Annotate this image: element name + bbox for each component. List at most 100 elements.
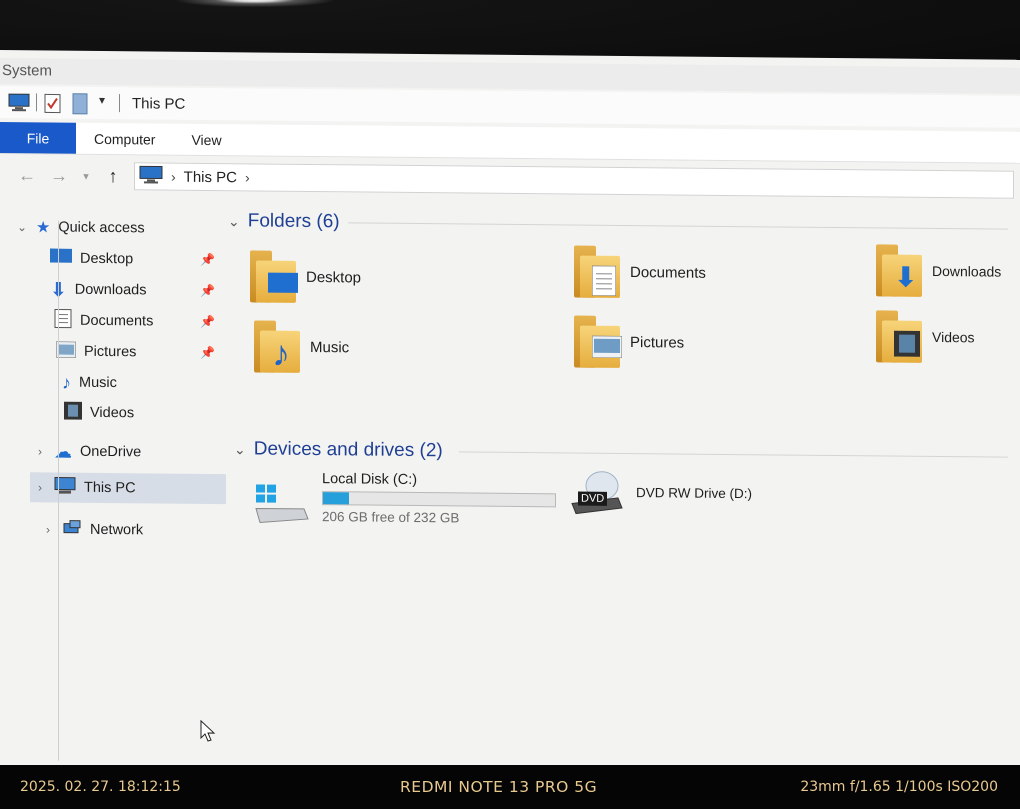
window-title: System bbox=[2, 62, 53, 80]
nav-item-label: Pictures bbox=[84, 343, 137, 361]
folder-label: Desktop bbox=[306, 268, 362, 286]
tab-computer[interactable]: Computer bbox=[76, 123, 173, 155]
tab-view[interactable]: View bbox=[173, 124, 239, 156]
windows-drive-icon bbox=[252, 480, 310, 530]
expand-chevron-icon[interactable]: › bbox=[34, 480, 46, 494]
nav-this-pc-label: This PC bbox=[84, 479, 136, 497]
folder-label: Documents bbox=[630, 263, 706, 282]
drive-free-space: 206 GB free of 232 GB bbox=[322, 509, 460, 526]
nav-item-music[interactable]: ♪ Music bbox=[62, 370, 117, 397]
pin-icon[interactable]: 📌 bbox=[200, 346, 215, 360]
videos-icon bbox=[64, 401, 82, 424]
pictures-icon bbox=[55, 341, 77, 362]
address-bar[interactable]: › This PC › bbox=[134, 162, 1014, 199]
music-folder-icon: ♪ bbox=[254, 320, 300, 374]
camera-exif: 23mm f/1.65 1/100s ISO200 bbox=[800, 779, 998, 795]
pin-icon[interactable]: 📌 bbox=[200, 315, 215, 329]
group-divider bbox=[458, 450, 1008, 458]
nav-network-label: Network bbox=[90, 521, 144, 539]
toolbar-separator bbox=[36, 93, 37, 112]
folder-label: Videos bbox=[932, 328, 975, 346]
group-divider bbox=[347, 221, 1008, 230]
navigation-row: ← → ▾ ↑ › This PC › bbox=[0, 158, 1020, 202]
computer-icon[interactable] bbox=[8, 92, 30, 112]
forward-arrow-icon[interactable]: → bbox=[48, 165, 70, 186]
drive-usage-bar bbox=[322, 491, 556, 508]
folder-tile-desktop[interactable]: Desktop bbox=[250, 250, 361, 303]
recent-locations-chevron-icon[interactable]: ▾ bbox=[80, 169, 92, 182]
desktop-icon bbox=[50, 248, 72, 268]
nav-onedrive-label: OneDrive bbox=[80, 443, 142, 461]
group-header-folders-label: Folders (6) bbox=[247, 210, 340, 233]
collapse-chevron-icon[interactable]: ⌄ bbox=[228, 213, 240, 230]
qat-window-title: This PC bbox=[132, 94, 186, 113]
pin-icon[interactable]: 📌 bbox=[200, 284, 215, 298]
nav-item-label: Downloads bbox=[74, 281, 147, 299]
up-arrow-icon[interactable]: ↑ bbox=[102, 165, 124, 186]
pane-divider[interactable] bbox=[58, 220, 59, 761]
file-explorer-window: System ▾ This PC File Computer View ← → … bbox=[0, 50, 1020, 775]
drive-usage-fill bbox=[323, 492, 349, 505]
drive-tile-dvd[interactable]: DVD DVD RW Drive (D:) bbox=[568, 467, 752, 517]
network-icon bbox=[62, 520, 82, 540]
customize-toolbar-dropdown-icon[interactable]: ▾ bbox=[99, 93, 113, 113]
documents-folder-icon bbox=[574, 245, 620, 298]
drive-tile-local-disk[interactable]: Local Disk (C:) 206 GB free of 232 GB bbox=[252, 470, 556, 532]
nav-item-label: Music bbox=[79, 374, 117, 392]
expand-chevron-icon[interactable]: ⌄ bbox=[16, 220, 28, 234]
expand-chevron-icon[interactable]: › bbox=[42, 522, 54, 536]
music-icon: ♪ bbox=[62, 372, 71, 393]
navigation-pane: ⌄ ★ Quick access Desktop 📌 ⬇ Downloads 📌… bbox=[0, 200, 228, 772]
toolbar-separator bbox=[119, 94, 120, 113]
group-header-devices-label: Devices and drives (2) bbox=[253, 438, 443, 462]
nav-item-documents[interactable]: Documents 📌 bbox=[54, 308, 215, 336]
folder-tile-documents[interactable]: Documents bbox=[574, 245, 706, 299]
folder-tile-music[interactable]: ♪ Music bbox=[254, 320, 350, 374]
breadcrumb-this-pc[interactable]: This PC bbox=[184, 168, 237, 186]
documents-icon bbox=[54, 309, 72, 333]
new-folder-icon[interactable] bbox=[71, 93, 93, 115]
camera-datetime: 2025. 02. 27. 18:12:15 bbox=[20, 779, 181, 795]
folder-label: Pictures bbox=[630, 333, 685, 352]
mouse-cursor-icon bbox=[200, 719, 218, 747]
nav-item-pictures[interactable]: Pictures 📌 bbox=[55, 339, 215, 367]
star-icon: ★ bbox=[36, 219, 51, 237]
ribbon-tabs: File Computer View bbox=[0, 122, 1020, 164]
folder-tile-videos[interactable]: Videos bbox=[876, 310, 975, 363]
folder-label: Music bbox=[310, 338, 350, 356]
collapse-chevron-icon[interactable]: ⌄ bbox=[234, 441, 246, 458]
dvd-badge: DVD bbox=[578, 491, 608, 506]
nav-this-pc[interactable]: › This PC bbox=[30, 472, 226, 505]
properties-check-icon[interactable] bbox=[43, 92, 65, 114]
content-pane: ⌄ Folders (6) Desktop Documents ⬇ Downlo… bbox=[228, 202, 1020, 775]
drive-label: DVD RW Drive (D:) bbox=[636, 484, 752, 501]
group-header-folders[interactable]: ⌄ Folders (6) bbox=[228, 210, 1008, 239]
this-pc-icon bbox=[139, 164, 163, 188]
group-header-devices[interactable]: ⌄ Devices and drives (2) bbox=[234, 438, 1008, 467]
back-arrow-icon[interactable]: ← bbox=[16, 165, 38, 186]
tab-file[interactable]: File bbox=[0, 122, 76, 154]
pin-icon[interactable]: 📌 bbox=[200, 253, 215, 267]
breadcrumb-separator-icon[interactable]: › bbox=[245, 169, 250, 185]
breadcrumb-separator-icon[interactable]: › bbox=[171, 169, 176, 185]
nav-quick-access-label: Quick access bbox=[58, 219, 145, 237]
nav-onedrive[interactable]: › ☁ OneDrive bbox=[34, 438, 141, 465]
downloads-folder-icon: ⬇ bbox=[876, 244, 922, 297]
nav-item-desktop[interactable]: Desktop 📌 bbox=[50, 245, 215, 273]
nav-item-label: Documents bbox=[80, 312, 154, 330]
nav-item-videos[interactable]: Videos bbox=[64, 400, 134, 427]
nav-quick-access[interactable]: ⌄ ★ Quick access bbox=[16, 214, 145, 241]
onedrive-cloud-icon: ☁ bbox=[54, 441, 72, 462]
folder-tile-downloads[interactable]: ⬇ Downloads bbox=[876, 244, 1001, 297]
camera-info-bar: 2025. 02. 27. 18:12:15 REDMI NOTE 13 PRO… bbox=[0, 765, 1020, 809]
desktop-folder-icon bbox=[250, 250, 298, 303]
pictures-folder-icon bbox=[574, 315, 623, 368]
expand-chevron-icon[interactable]: › bbox=[34, 444, 46, 458]
videos-folder-icon bbox=[876, 310, 922, 363]
camera-model: REDMI NOTE 13 PRO 5G bbox=[400, 778, 598, 796]
nav-item-label: Desktop bbox=[80, 250, 134, 268]
nav-item-label: Videos bbox=[90, 404, 135, 422]
folder-tile-pictures[interactable]: Pictures bbox=[574, 315, 685, 369]
folder-label: Downloads bbox=[932, 262, 1002, 280]
nav-item-downloads[interactable]: ⬇ Downloads 📌 bbox=[50, 276, 215, 304]
